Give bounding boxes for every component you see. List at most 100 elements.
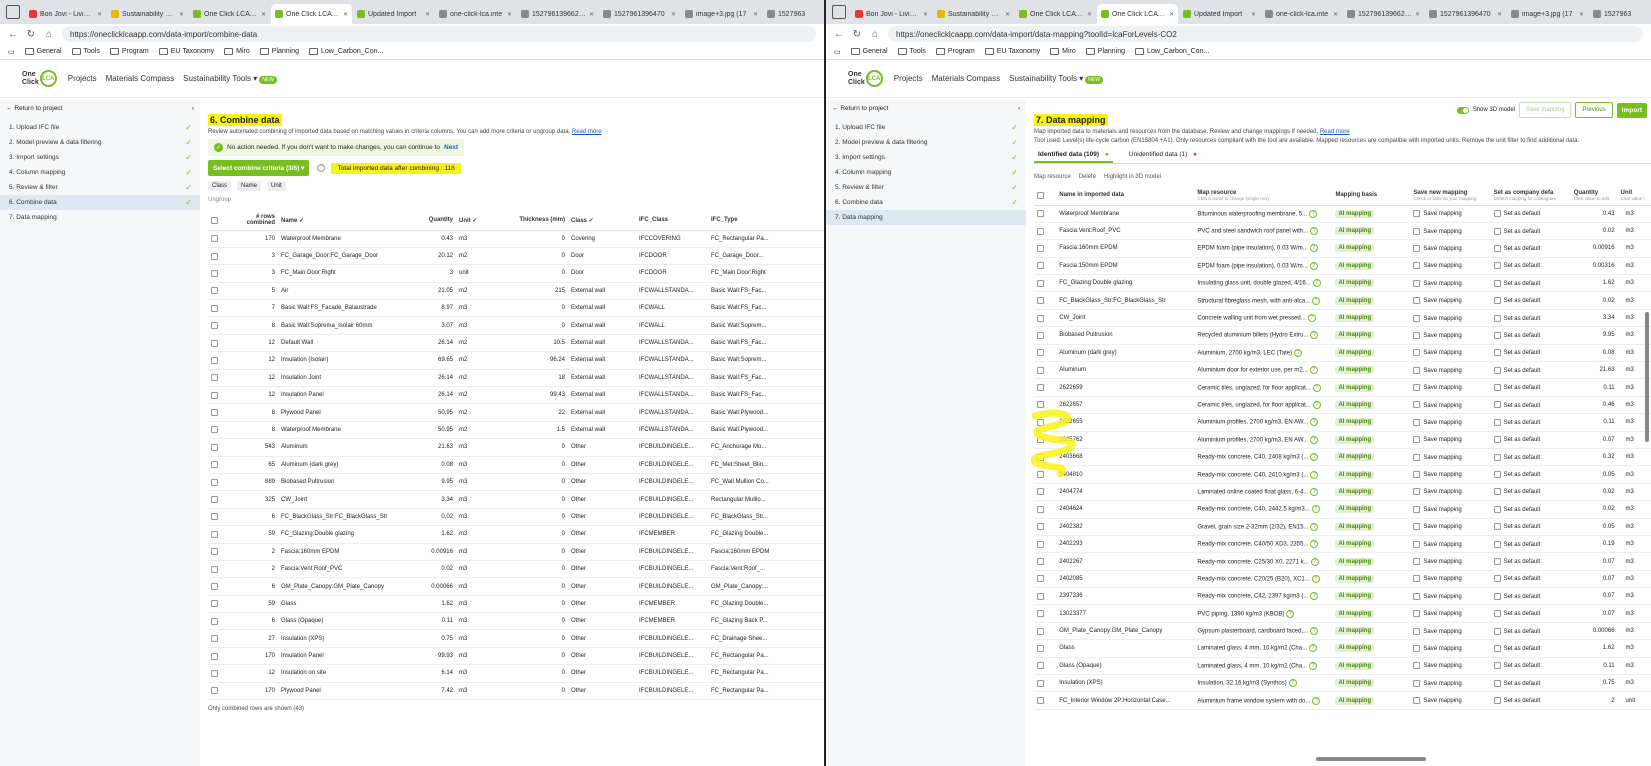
table-row[interactable]: 2622655 Aluminium profiles, 2700 kg/m3, E… [1034, 413, 1651, 432]
return-to-project-link[interactable]: ← Return to project ‹ [0, 100, 200, 116]
close-tab-icon[interactable]: ✕ [671, 11, 676, 18]
close-tab-icon[interactable]: ✕ [179, 11, 184, 18]
close-tab-icon[interactable]: ✕ [425, 11, 430, 18]
table-row[interactable]: Glass Laminated glass, 4 mm, 10 kg/m2 (Ch… [1034, 639, 1651, 658]
info-icon[interactable]: ? [1307, 314, 1316, 323]
save-mapping-checkbox[interactable] [1413, 279, 1421, 287]
reload-icon[interactable]: ↻ [852, 29, 862, 40]
table-row[interactable]: FC_Interior Window 2P:Horizontal:Case...… [1034, 691, 1651, 710]
column-header[interactable]: Set as company defa Default mapping for c… [1490, 186, 1571, 206]
row-checkbox[interactable] [1037, 297, 1044, 305]
map-resource-cell[interactable]: Ceramic tiles, unglazed, for floor appli… [1194, 396, 1333, 415]
column-header[interactable]: Name in imported data [1056, 186, 1195, 206]
row-checkbox[interactable] [211, 600, 218, 608]
quantity-cell[interactable]: 0.11 [1570, 378, 1618, 397]
save-mapping-checkbox[interactable] [1413, 401, 1421, 409]
close-tab-icon[interactable]: ✕ [1005, 11, 1010, 18]
step-item-3[interactable]: 3. Import settings ✓ [0, 150, 200, 165]
bookmark-6[interactable]: Low_Carbon_Con... [309, 48, 383, 55]
browser-tab[interactable]: Updated Import ✕ [353, 4, 434, 24]
step-item-6[interactable]: 6. Combine data ✓ [826, 195, 1026, 210]
table-row[interactable]: Insulation (XPS) Insulation, 32.16 kg/m3 … [1034, 674, 1651, 693]
quantity-cell[interactable]: 0.05 [1570, 518, 1618, 536]
row-checkbox[interactable] [211, 391, 218, 399]
save-mapping-checkbox[interactable] [1413, 697, 1421, 705]
row-checkbox[interactable] [211, 530, 218, 538]
save-mapping-checkbox[interactable] [1413, 366, 1421, 374]
step-item-6[interactable]: 6. Combine data ✓ [0, 195, 200, 210]
quantity-cell[interactable]: 0.00916 [1570, 239, 1618, 258]
unit-cell[interactable]: m3 [1617, 570, 1651, 589]
table-row[interactable]: 2605762 Aluminium profiles, 2700 kg/m3, E… [1034, 431, 1651, 449]
quantity-cell[interactable]: 0.32 [1570, 448, 1618, 467]
quantity-cell[interactable]: 0.07 [1570, 587, 1618, 606]
row-checkbox[interactable] [211, 565, 218, 573]
step-item-2[interactable]: 2. Model preview & data filtering ✓ [0, 135, 200, 150]
row-checkbox[interactable] [211, 443, 218, 451]
import-button[interactable]: Import [1616, 102, 1647, 118]
browser-tab[interactable]: Updated Import ✕ [1179, 4, 1260, 24]
browser-tab[interactable]: 15279613966250 ✕ [1343, 4, 1424, 24]
row-checkbox[interactable] [1037, 366, 1044, 374]
save-mapping-button[interactable]: Save mapping [1519, 102, 1572, 118]
table-row[interactable]: 6 GM_Plate_Canopy:GM_Plate_Canopy 0.00066 m… [208, 577, 824, 596]
close-tab-icon[interactable]: ✕ [1497, 11, 1502, 18]
row-checkbox[interactable] [211, 513, 218, 521]
close-tab-icon[interactable]: ✕ [261, 11, 266, 18]
quantity-cell[interactable]: 0.02 [1570, 500, 1618, 519]
column-header[interactable]: Map resource Click a name to change (sing… [1194, 186, 1333, 206]
set-default-checkbox[interactable] [1493, 331, 1501, 339]
info-icon[interactable]: ? [1288, 679, 1297, 688]
quantity-cell[interactable]: 0.02 [1570, 483, 1618, 502]
unit-cell[interactable]: m3 [1617, 205, 1651, 223]
table-row[interactable]: 12 Insulation (Isolair) 69.65 m2 96.24 Extern… [208, 351, 824, 370]
set-default-checkbox[interactable] [1493, 644, 1501, 652]
table-row[interactable]: 2404624 Ready-mix concrete, C40, 2442.5 k… [1034, 500, 1651, 519]
table-row[interactable]: Waterproof Membrane Bituminous waterproof… [1034, 205, 1651, 223]
map-resource-cell[interactable]: Laminated online coated float glass, 6-4… [1194, 483, 1333, 502]
info-icon[interactable]: ? [1309, 366, 1318, 375]
row-checkbox[interactable] [211, 339, 218, 347]
row-checkbox[interactable] [211, 252, 218, 260]
action-2[interactable]: Highlight in 3D model [1104, 174, 1161, 180]
bookmark-5[interactable]: Planning [259, 48, 299, 55]
quantity-cell[interactable]: 0.07 [1570, 431, 1618, 449]
info-icon[interactable]: ? [1310, 540, 1319, 549]
back-icon[interactable]: ← [834, 29, 844, 40]
bookmark-4[interactable]: Miro [1050, 48, 1076, 55]
table-row[interactable]: 6 Glass (Opaque) 0.11 m3 0 Other IFCMEMBER FC_G… [208, 612, 824, 631]
quantity-cell[interactable]: 0.02 [1570, 222, 1618, 241]
save-mapping-checkbox[interactable] [1413, 627, 1421, 635]
table-row[interactable]: 2402085 Ready-mix concrete, C20/25 (B20),… [1034, 570, 1651, 589]
info-icon[interactable]: ? [1309, 209, 1318, 218]
browser-tab[interactable]: One Click LCA - L ✕ [1015, 4, 1096, 24]
save-mapping-checkbox[interactable] [1413, 592, 1421, 600]
step-item-4[interactable]: 4. Column mapping ✓ [0, 165, 200, 180]
browser-tab[interactable]: 1527961396470 ✕ [1425, 4, 1506, 24]
set-default-checkbox[interactable] [1493, 384, 1501, 392]
bookmark-2[interactable]: Program [935, 48, 975, 55]
set-default-checkbox[interactable] [1493, 540, 1501, 548]
row-checkbox[interactable] [1037, 227, 1044, 235]
close-tab-icon[interactable]: ✕ [1169, 11, 1174, 18]
save-mapping-checkbox[interactable] [1413, 557, 1421, 565]
info-icon[interactable]: ? [1309, 244, 1318, 253]
set-default-checkbox[interactable] [1493, 471, 1501, 479]
table-row[interactable]: 2622657 Ceramic tiles, unglazed, for floo… [1034, 396, 1651, 415]
table-row[interactable]: 3 FC_Garage_Door:FC_Garage_Door 20.12 m2 0 Do… [208, 247, 824, 266]
set-default-checkbox[interactable] [1493, 279, 1501, 287]
info-icon[interactable]: ? [1310, 522, 1319, 531]
action-0[interactable]: Map resource [1034, 174, 1071, 180]
row-checkbox[interactable] [211, 617, 218, 625]
row-checkbox[interactable] [1037, 557, 1044, 565]
info-icon[interactable]: ? [1312, 279, 1321, 288]
row-checkbox[interactable] [1037, 262, 1044, 270]
help-icon[interactable]: ? [317, 164, 326, 172]
close-tab-icon[interactable]: ✕ [753, 11, 758, 18]
save-mapping-checkbox[interactable] [1413, 471, 1421, 479]
one-click-lca-logo[interactable]: One Click LCA [22, 70, 57, 87]
row-checkbox[interactable] [211, 461, 218, 469]
browser-tab[interactable]: Bon Jovi - Livin' On✕ [851, 4, 932, 24]
row-checkbox[interactable] [211, 478, 218, 486]
vertical-scrollbar[interactable] [1645, 312, 1649, 442]
